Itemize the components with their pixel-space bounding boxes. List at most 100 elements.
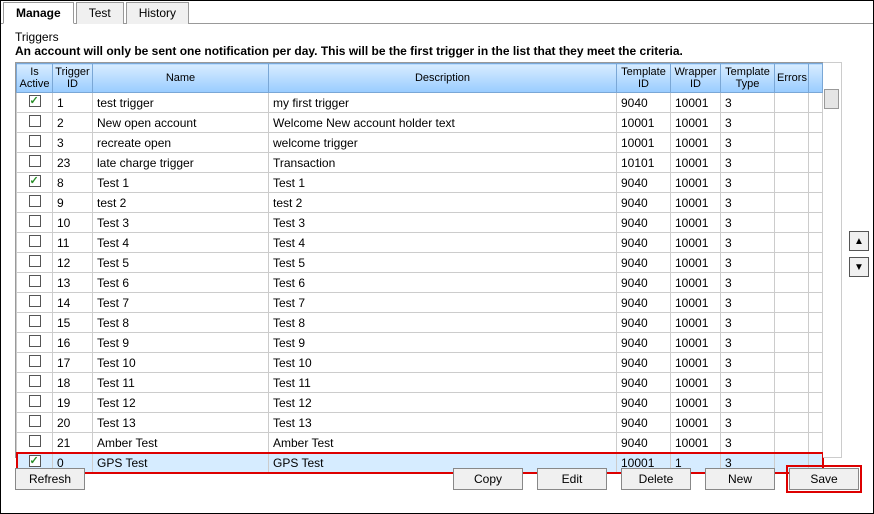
table-row[interactable]: 17Test 10Test 109040100013: [17, 353, 823, 373]
cell-trigger-id: 9: [53, 193, 93, 213]
col-name[interactable]: Name: [93, 64, 269, 93]
cell-trigger-id: 12: [53, 253, 93, 273]
is-active-checkbox[interactable]: [29, 335, 41, 347]
cell-wrapper-id: 10001: [671, 413, 721, 433]
triggers-grid[interactable]: Is Active Trigger ID Name Description Te…: [15, 62, 823, 458]
is-active-checkbox[interactable]: [29, 295, 41, 307]
vertical-scrollbar[interactable]: [823, 62, 842, 458]
tab-history[interactable]: History: [126, 2, 189, 24]
col-is-active[interactable]: Is Active: [17, 64, 53, 93]
cell-blank: [809, 133, 823, 153]
is-active-checkbox[interactable]: [29, 115, 41, 127]
cell-trigger-id: 14: [53, 293, 93, 313]
cell-blank: [809, 253, 823, 273]
cell-blank: [809, 233, 823, 253]
is-active-checkbox[interactable]: [29, 235, 41, 247]
tab-bar: Manage Test History: [1, 1, 873, 24]
table-row[interactable]: 16Test 9Test 99040100013: [17, 333, 823, 353]
save-button[interactable]: Save: [789, 468, 859, 490]
cell-wrapper-id: 10001: [671, 113, 721, 133]
is-active-checkbox[interactable]: [29, 195, 41, 207]
cell-name: Test 6: [93, 273, 269, 293]
is-active-checkbox[interactable]: [29, 315, 41, 327]
cell-trigger-id: 13: [53, 273, 93, 293]
table-row[interactable]: 23late charge triggerTransaction10101100…: [17, 153, 823, 173]
cell-blank: [809, 413, 823, 433]
cell-wrapper-id: 10001: [671, 133, 721, 153]
table-row[interactable]: 21Amber TestAmber Test9040100013: [17, 433, 823, 453]
is-active-checkbox[interactable]: [29, 435, 41, 447]
cell-template-type: 3: [721, 193, 775, 213]
is-active-checkbox[interactable]: [29, 455, 41, 467]
is-active-checkbox[interactable]: [29, 95, 41, 107]
cell-name: GPS Test: [93, 453, 269, 473]
table-row[interactable]: 19Test 12Test 129040100013: [17, 393, 823, 413]
table-row[interactable]: 2New open accountWelcome New account hol…: [17, 113, 823, 133]
col-wrapper-id[interactable]: Wrapper ID: [671, 64, 721, 93]
cell-template-id: 9040: [617, 313, 671, 333]
cell-wrapper-id: 10001: [671, 173, 721, 193]
cell-description: Test 8: [269, 313, 617, 333]
is-active-checkbox[interactable]: [29, 375, 41, 387]
cell-trigger-id: 2: [53, 113, 93, 133]
is-active-checkbox[interactable]: [29, 395, 41, 407]
cell-blank: [809, 393, 823, 413]
table-row[interactable]: 9test 2test 29040100013: [17, 193, 823, 213]
table-row[interactable]: 1test triggermy first trigger9040100013: [17, 93, 823, 113]
col-trigger-id[interactable]: Trigger ID: [53, 64, 93, 93]
cell-wrapper-id: 10001: [671, 393, 721, 413]
table-row[interactable]: 15Test 8Test 89040100013: [17, 313, 823, 333]
table-row[interactable]: 18Test 11Test 119040100013: [17, 373, 823, 393]
col-blank: [809, 64, 823, 93]
is-active-checkbox[interactable]: [29, 175, 41, 187]
col-errors[interactable]: Errors: [775, 64, 809, 93]
cell-errors: [775, 113, 809, 133]
cell-blank: [809, 273, 823, 293]
table-row[interactable]: 10Test 3Test 39040100013: [17, 213, 823, 233]
section-note: An account will only be sent one notific…: [15, 44, 863, 58]
is-active-checkbox[interactable]: [29, 275, 41, 287]
table-row[interactable]: 8Test 1Test 19040100013: [17, 173, 823, 193]
cell-description: Amber Test: [269, 433, 617, 453]
table-row[interactable]: 3recreate openwelcome trigger10001100013: [17, 133, 823, 153]
is-active-checkbox[interactable]: [29, 355, 41, 367]
table-row[interactable]: 14Test 7Test 79040100013: [17, 293, 823, 313]
cell-template-type: 3: [721, 273, 775, 293]
is-active-checkbox[interactable]: [29, 155, 41, 167]
delete-button[interactable]: Delete: [621, 468, 691, 490]
copy-button[interactable]: Copy: [453, 468, 523, 490]
cell-wrapper-id: 10001: [671, 333, 721, 353]
move-down-button[interactable]: ▼: [849, 257, 869, 277]
cell-template-id: 9040: [617, 233, 671, 253]
table-row[interactable]: 0GPS TestGPS Test1000113: [17, 453, 823, 473]
is-active-checkbox[interactable]: [29, 215, 41, 227]
table-row[interactable]: 11Test 4Test 49040100013: [17, 233, 823, 253]
cell-description: Test 4: [269, 233, 617, 253]
cell-blank: [809, 93, 823, 113]
table-row[interactable]: 12Test 5Test 59040100013: [17, 253, 823, 273]
cell-template-type: 3: [721, 373, 775, 393]
cell-blank: [809, 213, 823, 233]
col-template-type[interactable]: Template Type: [721, 64, 775, 93]
move-up-button[interactable]: ▲: [849, 231, 869, 251]
tab-manage[interactable]: Manage: [3, 2, 74, 24]
is-active-checkbox[interactable]: [29, 255, 41, 267]
cell-errors: [775, 373, 809, 393]
table-row[interactable]: 13Test 6Test 69040100013: [17, 273, 823, 293]
refresh-button[interactable]: Refresh: [15, 468, 85, 490]
scroll-thumb[interactable]: [824, 89, 839, 109]
col-template-id[interactable]: Template ID: [617, 64, 671, 93]
edit-button[interactable]: Edit: [537, 468, 607, 490]
new-button[interactable]: New: [705, 468, 775, 490]
cell-errors: [775, 233, 809, 253]
col-description[interactable]: Description: [269, 64, 617, 93]
table-row[interactable]: 20Test 13Test 139040100013: [17, 413, 823, 433]
tab-test[interactable]: Test: [76, 2, 124, 24]
cell-errors: [775, 153, 809, 173]
cell-wrapper-id: 10001: [671, 353, 721, 373]
reorder-arrows: ▲ ▼: [849, 231, 869, 277]
is-active-checkbox[interactable]: [29, 415, 41, 427]
cell-trigger-id: 10: [53, 213, 93, 233]
is-active-checkbox[interactable]: [29, 135, 41, 147]
cell-blank: [809, 193, 823, 213]
